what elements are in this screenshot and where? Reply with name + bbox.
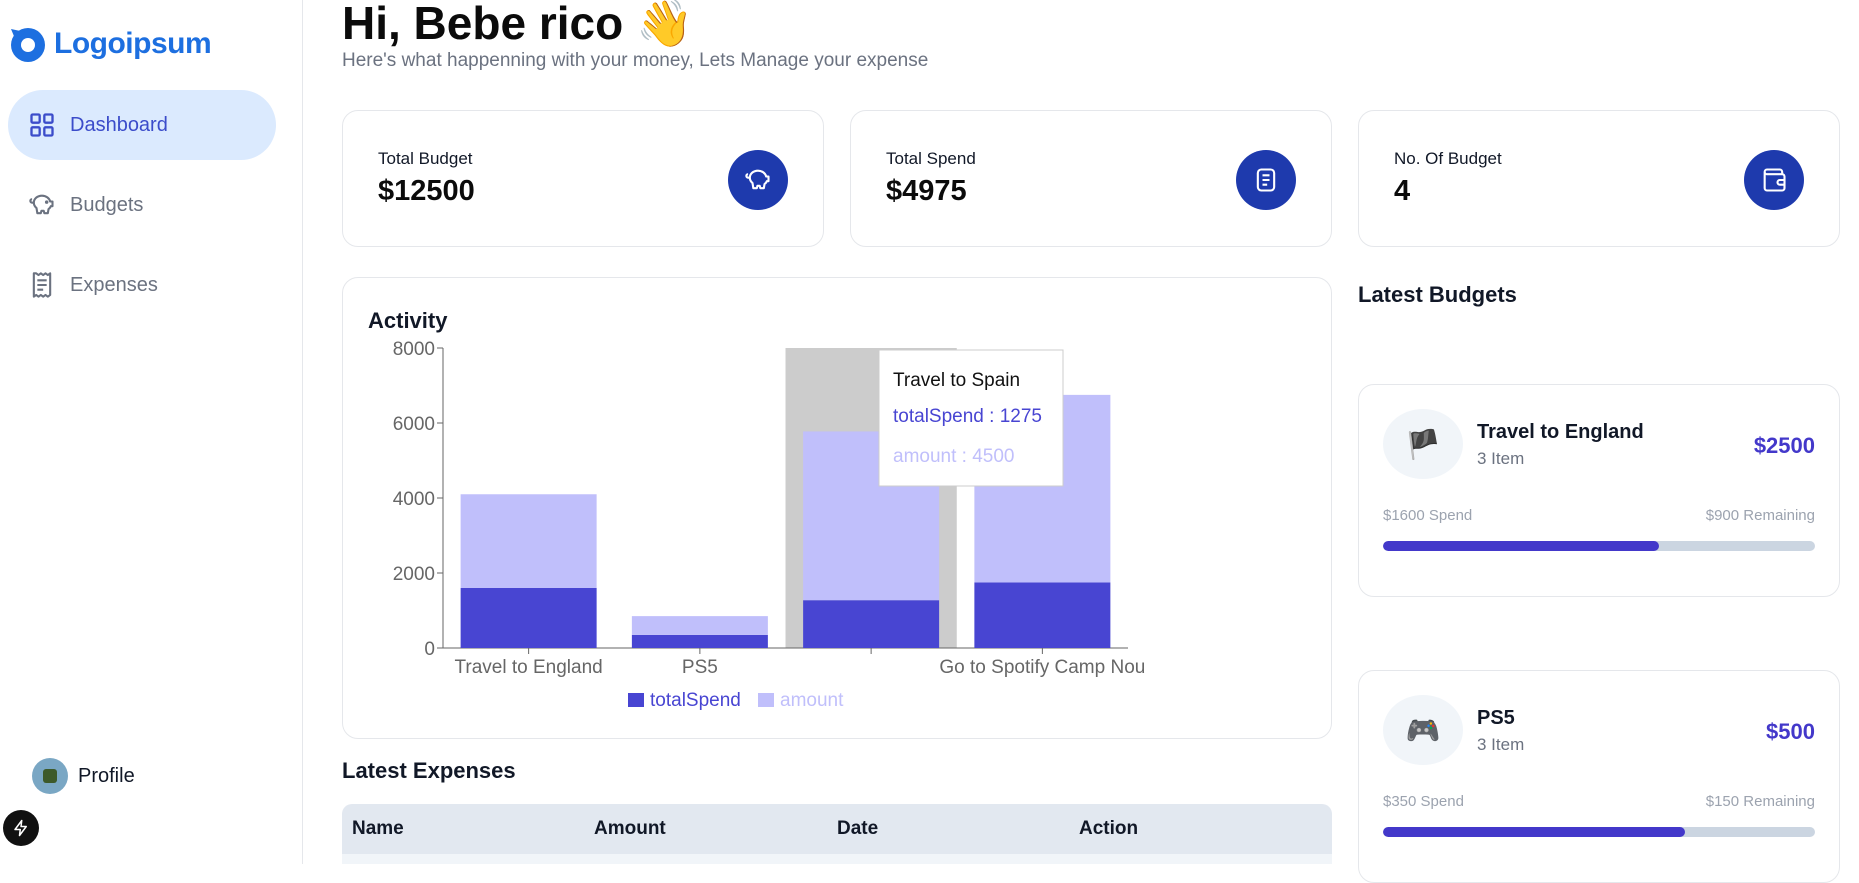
y-tick-label: 6000 xyxy=(393,414,435,435)
logo[interactable]: Logoipsum xyxy=(8,24,212,64)
budget-progress-fill xyxy=(1383,827,1686,837)
piggy-bank-icon xyxy=(29,194,54,215)
tooltip-amount: amount : 4500 xyxy=(893,446,1014,467)
stat-value: $12500 xyxy=(378,175,475,207)
x-tick-label: Travel to England xyxy=(455,657,603,678)
logo-icon xyxy=(11,28,45,62)
budget-name: Travel to England xyxy=(1477,421,1644,443)
y-tick-label: 0 xyxy=(424,639,435,660)
legend-swatch xyxy=(628,693,644,707)
bar-amount xyxy=(460,494,597,588)
budget-amount: $500 xyxy=(1766,719,1815,744)
bar-amount xyxy=(631,616,768,635)
receipt-icon xyxy=(1236,150,1296,210)
activity-chart[interactable]: 0 2000 4000 6000 8000 Travel to England PS5 Go … xyxy=(343,278,1333,740)
stat-label: Total Spend xyxy=(886,149,976,168)
latest-expenses-title: Latest Expenses xyxy=(342,758,516,783)
x-tick-label: Go to Spotify Camp Nou xyxy=(939,657,1145,678)
wallet-icon xyxy=(1744,150,1804,210)
receipt-icon xyxy=(32,272,52,298)
bar-totalspend xyxy=(974,582,1111,648)
x-tick-label: PS5 xyxy=(682,657,718,678)
y-tick-label: 2000 xyxy=(393,564,435,585)
sidebar-item-budgets[interactable]: Budgets xyxy=(8,170,276,240)
table-header: Name Amount Date Action xyxy=(342,804,1332,854)
budget-card[interactable]: 🎮 PS5 3 Item $500 $350 Spend $150 Remain… xyxy=(1358,670,1840,883)
sidebar-item-dashboard[interactable]: Dashboard xyxy=(8,90,276,160)
stat-value: 4 xyxy=(1394,175,1411,207)
tooltip-totalspend: totalSpend : 1275 xyxy=(893,406,1042,427)
budget-item-count: 3 Item xyxy=(1477,735,1525,754)
budget-progress-fill xyxy=(1383,541,1660,551)
gamepad-icon: 🎮 xyxy=(1383,695,1463,765)
bolt-icon[interactable] xyxy=(3,810,39,846)
stat-label: No. Of Budget xyxy=(1394,149,1502,168)
avatar xyxy=(32,758,68,794)
sidebar: Logoipsum Dashboard Budgets Expenses Pro… xyxy=(0,0,303,864)
page-subtitle: Here's what happenning with your money, … xyxy=(342,50,929,71)
profile-link[interactable]: Profile xyxy=(32,758,135,794)
page-title: Hi, Bebe rico 👋 xyxy=(342,0,694,49)
bar-totalspend xyxy=(803,600,940,648)
stat-label: Total Budget xyxy=(378,149,473,168)
budget-card[interactable]: 🏴 Travel to England 3 Item $2500 $1600 S… xyxy=(1358,384,1840,597)
sidebar-item-label: Budgets xyxy=(70,193,144,216)
activity-panel: Activity 0 2000 4000 6000 8000 Travel to Engl… xyxy=(342,277,1332,739)
budget-progress-track xyxy=(1383,541,1815,551)
table-row[interactable] xyxy=(342,854,1332,864)
budget-item-count: 3 Item xyxy=(1477,449,1525,468)
logo-text: Logoipsum xyxy=(54,27,212,60)
legend-label: totalSpend xyxy=(650,690,741,711)
column-header[interactable]: Amount xyxy=(594,818,666,840)
bar-totalspend xyxy=(631,634,768,648)
column-header[interactable]: Date xyxy=(837,818,878,840)
budget-spend: $350 Spend xyxy=(1383,793,1464,810)
legend-label: amount xyxy=(780,690,844,711)
grid-icon xyxy=(30,113,54,137)
budget-remaining: $150 Remaining xyxy=(1705,793,1815,810)
budget-remaining: $900 Remaining xyxy=(1705,507,1815,524)
budget-amount: $2500 xyxy=(1753,433,1815,458)
piggy-bank-icon xyxy=(728,150,788,210)
sidebar-item-expenses[interactable]: Expenses xyxy=(8,250,276,320)
legend-swatch xyxy=(758,693,774,707)
tooltip-title: Travel to Spain xyxy=(893,370,1020,391)
y-tick-label: 8000 xyxy=(393,339,435,360)
column-header[interactable]: Action xyxy=(1079,818,1138,840)
flag-icon: 🏴 xyxy=(1383,409,1463,479)
y-tick-label: 4000 xyxy=(393,489,435,510)
stat-card-total-budget: Total Budget $12500 xyxy=(342,110,824,247)
stat-card-budget-count: No. Of Budget 4 xyxy=(1358,110,1840,247)
bar-totalspend xyxy=(460,588,597,648)
latest-budgets-title: Latest Budgets xyxy=(1358,282,1517,307)
column-header[interactable]: Name xyxy=(352,818,404,840)
sidebar-item-label: Expenses xyxy=(70,273,158,296)
budget-spend: $1600 Spend xyxy=(1383,507,1473,524)
sidebar-item-label: Dashboard xyxy=(70,113,168,136)
stat-value: $4975 xyxy=(886,175,967,207)
stat-card-total-spend: Total Spend $4975 xyxy=(850,110,1332,247)
budget-name: PS5 xyxy=(1477,707,1515,729)
profile-label: Profile xyxy=(78,764,135,787)
budget-progress-track xyxy=(1383,827,1815,837)
